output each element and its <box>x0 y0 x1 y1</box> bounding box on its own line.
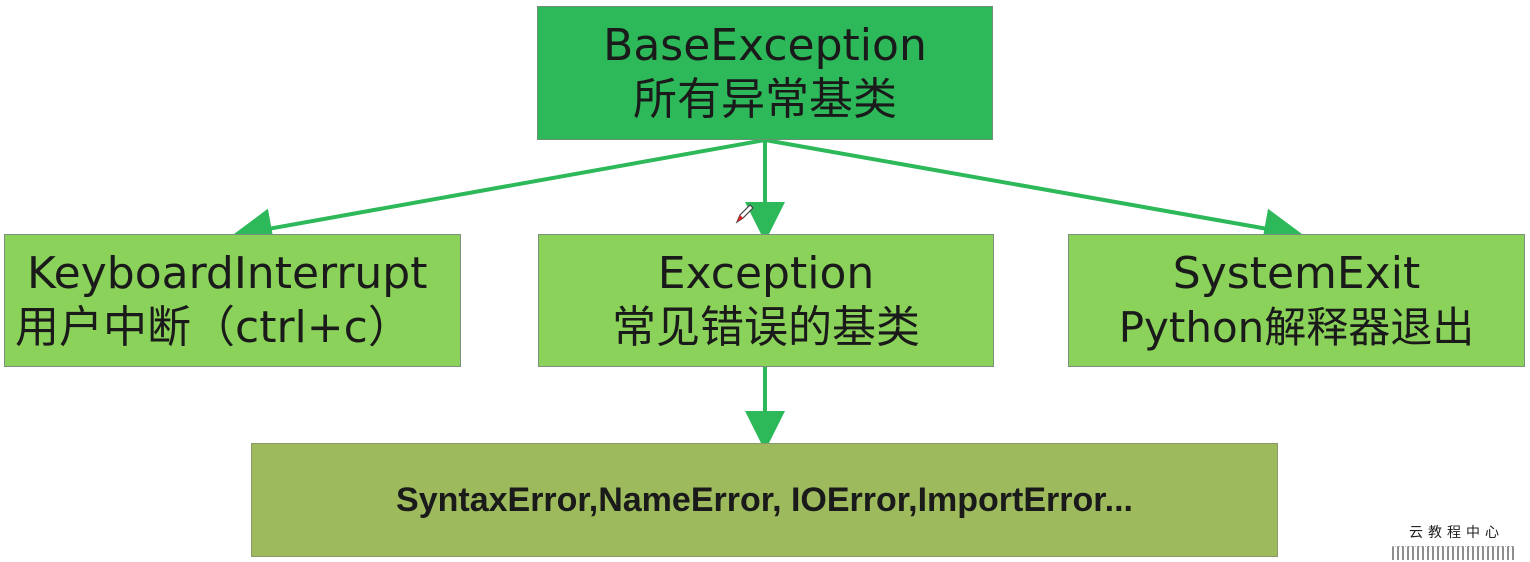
keyboard-interrupt-title: KeyboardInterrupt <box>27 247 428 299</box>
system-exit-title: SystemExit <box>1172 247 1421 299</box>
edge-root-to-keyboard_interrupt <box>232 138 766 249</box>
exception-title: Exception <box>657 247 875 299</box>
base-exception-desc: 所有异常基类 <box>633 74 897 125</box>
base-exception-node: BaseException 所有异常基类 <box>537 6 993 140</box>
system-exit-desc: Python解释器退出 <box>1118 302 1475 352</box>
system-exit-node: SystemExit Python解释器退出 <box>1068 234 1525 367</box>
common-errors-node: SyntaxError,NameError, IOError,ImportErr… <box>251 443 1278 557</box>
common-errors-list: SyntaxError,NameError, IOError,ImportErr… <box>396 481 1133 519</box>
keyboard-interrupt-node: KeyboardInterrupt 用户中断（ctrl+c） <box>4 234 461 367</box>
keyboard-interrupt-desc: 用户中断（ctrl+c） <box>15 301 412 353</box>
edge-root-to-system_exit <box>764 138 1304 249</box>
watermark-text: 云教程中心 <box>1409 525 1504 541</box>
watermark-logo <box>1392 546 1514 560</box>
base-exception-title: BaseException <box>603 20 927 71</box>
pen-cursor-icon <box>735 204 754 224</box>
exception-desc: 常见错误的基类 <box>612 301 920 353</box>
exception-node: Exception 常见错误的基类 <box>538 234 994 367</box>
